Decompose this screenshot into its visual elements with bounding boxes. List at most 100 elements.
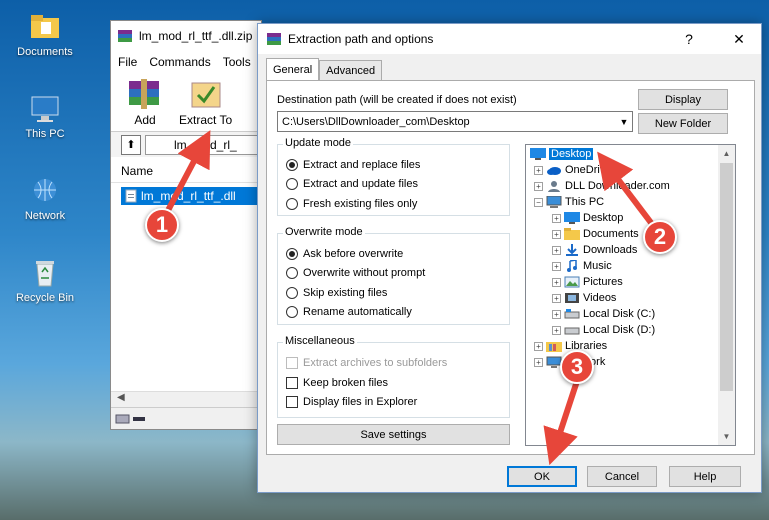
- cancel-button[interactable]: Cancel: [587, 466, 657, 487]
- expand-icon[interactable]: +: [534, 358, 543, 367]
- new-folder-button[interactable]: New Folder: [638, 113, 728, 134]
- horizontal-scrollbar[interactable]: ◀: [111, 391, 261, 407]
- dialog-titlebar[interactable]: Extraction path and options ? ✕: [258, 24, 761, 54]
- expand-icon[interactable]: +: [534, 182, 543, 191]
- save-settings-button[interactable]: Save settings: [277, 424, 510, 445]
- tree-item-this-pc[interactable]: − This PC: [534, 194, 604, 210]
- radio-icon: [286, 306, 298, 318]
- help-button[interactable]: Help: [669, 466, 741, 487]
- tree-item-desktop[interactable]: Desktop: [530, 146, 593, 162]
- expand-icon[interactable]: +: [552, 294, 561, 303]
- scroll-down-icon[interactable]: ▼: [718, 428, 735, 445]
- desktop-icon-network[interactable]: Network: [5, 176, 85, 222]
- recycle-bin-icon: [29, 258, 61, 288]
- tree-scrollbar[interactable]: ▲ ▼: [718, 145, 735, 445]
- desktop-icon: [530, 148, 546, 160]
- tree-item-local-disk-c[interactable]: + Local Disk (C:): [552, 306, 655, 322]
- radio-extract-update[interactable]: Extract and update files: [286, 178, 418, 190]
- tree-item-label: Downloads: [583, 244, 637, 256]
- expand-icon[interactable]: +: [534, 166, 543, 175]
- radio-skip-existing[interactable]: Skip existing files: [286, 287, 387, 299]
- dialog-tabs: General Advanced: [266, 60, 382, 80]
- tree-item-local-disk-d[interactable]: + Local Disk (D:): [552, 322, 655, 338]
- up-folder-button[interactable]: ⬆: [121, 135, 141, 155]
- column-name-label: Name: [121, 164, 153, 178]
- winrar-titlebar[interactable]: lm_mod_rl_ttf_.dll.zip: [111, 21, 261, 51]
- extract-to-button[interactable]: Extract To: [179, 77, 232, 131]
- option-label: Fresh existing files only: [303, 198, 417, 210]
- winrar-title: lm_mod_rl_ttf_.dll.zip: [139, 29, 252, 43]
- close-button[interactable]: ✕: [717, 31, 761, 48]
- radio-rename-automatically[interactable]: Rename automatically: [286, 306, 412, 318]
- radio-icon: [286, 198, 298, 210]
- ok-button[interactable]: OK: [507, 466, 577, 487]
- radio-ask-before[interactable]: Ask before overwrite: [286, 248, 403, 260]
- tree-item-documents[interactable]: + Documents: [552, 226, 639, 242]
- option-label: Ask before overwrite: [303, 248, 403, 260]
- tree-item-onedrive[interactable]: + OneDrive: [534, 162, 611, 178]
- expand-icon[interactable]: +: [552, 246, 561, 255]
- checkbox-display-explorer[interactable]: Display files in Explorer: [286, 396, 417, 408]
- music-icon: [564, 260, 580, 272]
- update-mode-group: Update mode Extract and replace files Ex…: [277, 144, 510, 216]
- checkbox-extract-subfolders[interactable]: Extract archives to subfolders: [286, 357, 447, 369]
- tree-item-label: Videos: [583, 292, 616, 304]
- tab-advanced[interactable]: Advanced: [319, 60, 382, 80]
- desktop-icon-label: Recycle Bin: [5, 292, 85, 304]
- expand-icon[interactable]: +: [552, 278, 561, 287]
- checkbox-icon: [286, 396, 298, 408]
- videos-icon: [564, 292, 580, 304]
- scroll-up-icon[interactable]: ▲: [718, 145, 735, 162]
- desktop-icon-recycle-bin[interactable]: Recycle Bin: [5, 258, 85, 304]
- archive-path-text: lm_mod_rl_: [174, 138, 237, 152]
- destination-label: Destination path (will be created if doe…: [277, 94, 517, 106]
- expand-icon[interactable]: +: [552, 326, 561, 335]
- tree-item-pc-desktop[interactable]: + Desktop: [552, 210, 623, 226]
- archive-path-box[interactable]: lm_mod_rl_: [145, 135, 261, 155]
- computer-icon: [546, 196, 562, 208]
- tree-item-downloads[interactable]: + Downloads: [552, 242, 637, 258]
- file-item-name: lm_mod_rl_ttf_.dll: [141, 189, 236, 203]
- tree-item-videos[interactable]: + Videos: [552, 290, 616, 306]
- desktop-icon-this-pc[interactable]: This PC: [5, 94, 85, 140]
- chevron-down-icon[interactable]: ▼: [616, 117, 632, 127]
- tree-item-user[interactable]: + DLL Downloader.com: [534, 178, 670, 194]
- menu-file[interactable]: File: [118, 55, 137, 69]
- menu-commands[interactable]: Commands: [149, 55, 210, 69]
- callout-step-2: 2: [643, 220, 677, 254]
- desktop-icon-label: Documents: [5, 46, 85, 58]
- tree-item-pictures[interactable]: + Pictures: [552, 274, 623, 290]
- file-list-item[interactable]: lm_mod_rl_ttf_.dll: [121, 187, 261, 205]
- tree-item-music[interactable]: + Music: [552, 258, 612, 274]
- scroll-thumb[interactable]: [720, 163, 733, 391]
- expand-icon[interactable]: +: [552, 214, 561, 223]
- radio-extract-replace[interactable]: Extract and replace files: [286, 159, 420, 171]
- display-button[interactable]: Display: [638, 89, 728, 110]
- expand-icon[interactable]: +: [552, 262, 561, 271]
- tab-general[interactable]: General: [266, 58, 319, 80]
- winrar-window: lm_mod_rl_ttf_.dll.zip File Commands Too…: [110, 20, 262, 430]
- column-header-name[interactable]: Name: [111, 159, 261, 183]
- destination-path-value: C:\Users\DllDownloader_com\Desktop: [282, 116, 616, 128]
- help-title-button[interactable]: ?: [667, 31, 711, 47]
- radio-overwrite-without-prompt[interactable]: Overwrite without prompt: [286, 267, 425, 279]
- radio-fresh-existing[interactable]: Fresh existing files only: [286, 198, 417, 210]
- folder-tree[interactable]: Desktop + OneDrive + DLL Downloader.com …: [525, 144, 736, 446]
- option-label: Rename automatically: [303, 306, 412, 318]
- checkbox-keep-broken[interactable]: Keep broken files: [286, 377, 388, 389]
- desktop-icon-documents[interactable]: Documents: [5, 12, 85, 58]
- destination-path-combo[interactable]: C:\Users\DllDownloader_com\Desktop ▼: [277, 111, 633, 132]
- expand-icon[interactable]: +: [534, 342, 543, 351]
- menu-tools[interactable]: Tools: [223, 55, 251, 69]
- dialog-title: Extraction path and options: [288, 32, 433, 46]
- expand-icon[interactable]: +: [552, 230, 561, 239]
- folder-icon: [564, 228, 580, 240]
- collapse-icon[interactable]: −: [534, 198, 543, 207]
- expand-icon[interactable]: +: [552, 310, 561, 319]
- radio-icon: [286, 178, 298, 190]
- extract-to-icon: [184, 77, 228, 111]
- tree-item-label: DLL Downloader.com: [565, 180, 670, 192]
- cloud-icon: [546, 164, 562, 176]
- scroll-left-icon[interactable]: ◀: [117, 392, 125, 403]
- add-button[interactable]: Add: [123, 77, 167, 131]
